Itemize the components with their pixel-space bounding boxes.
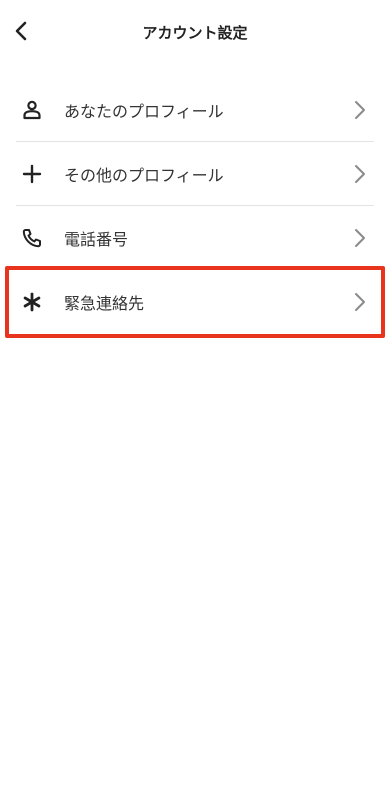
row-your-profile[interactable]: あなたのプロフィール [16,78,374,142]
plus-icon [16,158,48,190]
phone-icon [16,222,48,254]
chevron-right-icon [348,162,372,186]
row-label: 緊急連絡先 [64,294,145,313]
row-label: 電話番号 [64,229,129,249]
person-icon [16,94,48,126]
chevron-right-icon [348,226,372,250]
chevron-right-icon [348,290,372,314]
row-label: あなたのプロフィール [64,101,224,121]
row-label: その他のプロフィール [64,165,224,185]
asterisk-icon [16,286,48,318]
settings-list: あなたのプロフィール その他のプロフィール 電話番号 緊急連絡先 [16,78,374,334]
account-settings-screen: アカウント設定 あなたのプロフィール その他のプロフィール 電話番号 緊急連絡先 [0,0,390,798]
row-other-profiles[interactable]: その他のプロフィール [16,142,374,206]
chevron-right-icon [348,98,372,122]
row-phone-number[interactable]: 電話番号 [16,206,374,270]
row-emergency-contact[interactable]: 緊急連絡先 [16,270,374,334]
header: アカウント設定 [0,0,390,64]
page-title: アカウント設定 [142,24,248,42]
